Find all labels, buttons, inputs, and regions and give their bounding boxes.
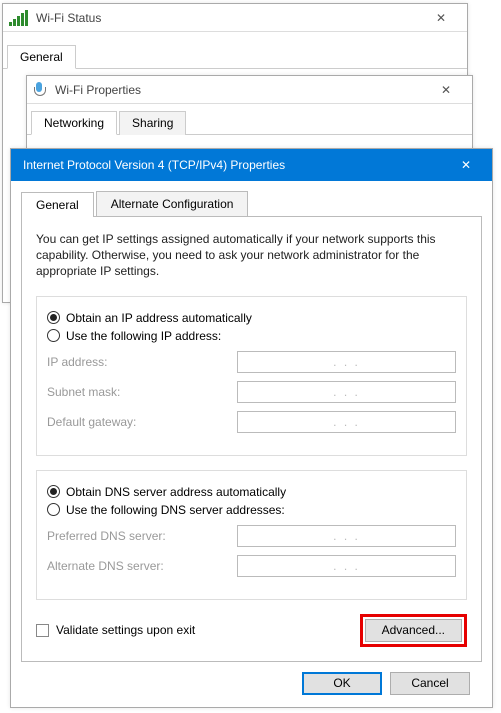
advanced-button[interactable]: Advanced... (365, 619, 462, 642)
wifi-properties-title: Wi-Fi Properties (55, 83, 426, 97)
input-subnet-mask[interactable]: . . . (237, 381, 456, 403)
field-ip-address: IP address: . . . (47, 351, 456, 373)
label-ip-address: IP address: (47, 355, 237, 369)
radio-dns-manual-label: Use the following DNS server addresses: (66, 503, 285, 517)
dns-group: Obtain DNS server address automatically … (36, 470, 467, 600)
wifi-properties-tabs: Networking Sharing (27, 104, 472, 135)
input-preferred-dns[interactable]: . . . (237, 525, 456, 547)
ip-address-group: Obtain an IP address automatically Use t… (36, 296, 467, 456)
radio-ip-manual[interactable]: Use the following IP address: (47, 329, 456, 343)
wifi-status-tabs: General (3, 38, 467, 69)
radio-icon (47, 503, 60, 516)
dialog-buttons: OK Cancel (21, 662, 482, 695)
tab-alternate-configuration[interactable]: Alternate Configuration (96, 191, 249, 216)
radio-icon (47, 485, 60, 498)
label-validate: Validate settings upon exit (56, 623, 195, 637)
ipv4-properties-window: Internet Protocol Version 4 (TCP/IPv4) P… (10, 148, 493, 708)
field-default-gateway: Default gateway: . . . (47, 411, 456, 433)
label-default-gateway: Default gateway: (47, 415, 237, 429)
radio-ip-auto-label: Obtain an IP address automatically (66, 311, 252, 325)
wifi-properties-titlebar[interactable]: Wi-Fi Properties ✕ (27, 76, 472, 104)
close-icon[interactable]: ✕ (446, 152, 486, 178)
ipv4-general-panel: You can get IP settings assigned automat… (21, 217, 482, 662)
adapter-icon (33, 82, 45, 98)
radio-dns-auto[interactable]: Obtain DNS server address automatically (47, 485, 456, 499)
input-default-gateway[interactable]: . . . (237, 411, 456, 433)
label-alternate-dns: Alternate DNS server: (47, 559, 237, 573)
footer-row: Validate settings upon exit Advanced... (36, 614, 467, 647)
field-alternate-dns: Alternate DNS server: . . . (47, 555, 456, 577)
label-subnet-mask: Subnet mask: (47, 385, 237, 399)
wifi-signal-icon (9, 10, 28, 26)
input-ip-address[interactable]: . . . (237, 351, 456, 373)
radio-ip-manual-label: Use the following IP address: (66, 329, 221, 343)
tab-general[interactable]: General (7, 45, 76, 69)
ok-button[interactable]: OK (302, 672, 382, 695)
label-preferred-dns: Preferred DNS server: (47, 529, 237, 543)
ipv4-tabs: General Alternate Configuration (21, 191, 482, 217)
tab-general[interactable]: General (21, 192, 94, 217)
field-subnet-mask: Subnet mask: . . . (47, 381, 456, 403)
field-preferred-dns: Preferred DNS server: . . . (47, 525, 456, 547)
ipv4-titlebar[interactable]: Internet Protocol Version 4 (TCP/IPv4) P… (11, 149, 492, 181)
radio-ip-auto[interactable]: Obtain an IP address automatically (47, 311, 456, 325)
advanced-highlight: Advanced... (360, 614, 467, 647)
tab-sharing[interactable]: Sharing (119, 111, 186, 135)
radio-dns-auto-label: Obtain DNS server address automatically (66, 485, 286, 499)
radio-icon (47, 311, 60, 324)
radio-icon (47, 329, 60, 342)
close-icon[interactable]: ✕ (421, 5, 461, 31)
tab-networking[interactable]: Networking (31, 111, 117, 135)
radio-dns-manual[interactable]: Use the following DNS server addresses: (47, 503, 456, 517)
wifi-status-title: Wi-Fi Status (36, 11, 421, 25)
intro-text: You can get IP settings assigned automat… (36, 231, 467, 280)
cancel-button[interactable]: Cancel (390, 672, 470, 695)
ipv4-title: Internet Protocol Version 4 (TCP/IPv4) P… (23, 158, 446, 172)
checkbox-validate[interactable] (36, 624, 49, 637)
input-alternate-dns[interactable]: . . . (237, 555, 456, 577)
wifi-status-titlebar[interactable]: Wi-Fi Status ✕ (3, 4, 467, 32)
close-icon[interactable]: ✕ (426, 77, 466, 103)
